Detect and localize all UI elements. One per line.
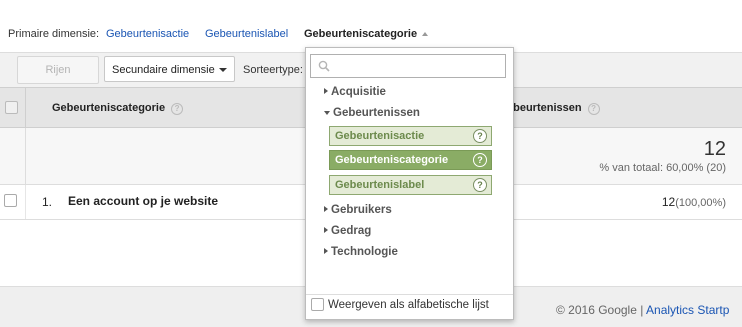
divider	[306, 294, 513, 295]
primary-link-gebeurtenislabel[interactable]: Gebeurtenislabel	[205, 28, 288, 40]
row-value: 12(100,00%)	[662, 195, 726, 209]
primary-active-label: Gebeurteniscategorie	[304, 28, 418, 40]
search-icon	[318, 60, 330, 72]
column-header-category-label: Gebeurteniscategorie	[52, 102, 166, 114]
group-acquisitie[interactable]: Acquisitie	[324, 86, 386, 98]
group-label: Gedrag	[331, 225, 372, 237]
group-gebruikers[interactable]: Gebruikers	[324, 204, 392, 216]
row-category-name[interactable]: Een account op je website	[68, 194, 218, 208]
group-label: Gebruikers	[331, 204, 392, 216]
sort-type-label: Sorteertype:	[243, 64, 303, 76]
primary-link-gebeurtenisactie[interactable]: Gebeurtenisactie	[106, 28, 189, 40]
column-header-events-label: ebeurtenissen	[507, 102, 582, 114]
group-label: Technologie	[331, 246, 398, 258]
group-gedrag[interactable]: Gedrag	[324, 225, 371, 237]
select-all-checkbox[interactable]	[5, 101, 18, 114]
copyright: © 2016 Google | Analytics Startp	[556, 303, 729, 317]
option-gebeurteniscategorie[interactable]: Gebeurteniscategorie?	[329, 150, 492, 170]
caret-right-icon	[324, 227, 328, 233]
group-label: Gebeurtenissen	[333, 107, 420, 119]
group-technologie[interactable]: Technologie	[324, 246, 398, 258]
row-value-number: 12	[661, 195, 676, 209]
primary-active-dimension[interactable]: Gebeurteniscategorie	[304, 28, 429, 40]
caret-right-icon	[324, 248, 328, 254]
caret-right-icon	[324, 88, 328, 94]
option-label: Gebeurteniscategorie	[335, 154, 449, 166]
help-icon[interactable]: ?	[473, 129, 487, 143]
help-icon[interactable]: ?	[171, 103, 184, 115]
alphabetical-list-checkbox[interactable]	[311, 298, 324, 311]
group-label: Acquisitie	[331, 86, 386, 98]
option-label: Gebeurtenisactie	[335, 130, 425, 142]
column-divider	[25, 88, 26, 127]
column-divider	[25, 128, 26, 184]
row-value-percent: (100,00%)	[675, 197, 726, 209]
column-divider	[25, 185, 26, 219]
row-checkbox[interactable]	[4, 194, 17, 207]
help-icon[interactable]: ?	[473, 153, 487, 167]
column-header-category[interactable]: Gebeurteniscategorie?	[52, 102, 184, 115]
option-gebeurtenislabel[interactable]: Gebeurtenislabel?	[329, 175, 492, 195]
show-rows-button[interactable]: Rijen weergeven	[17, 56, 99, 102]
column-header-events[interactable]: ebeurtenissen?	[507, 102, 600, 115]
group-gebeurtenissen[interactable]: Gebeurtenissen	[324, 107, 420, 119]
row-index: 1.	[42, 195, 53, 209]
caret-down-icon	[324, 111, 330, 115]
help-icon[interactable]: ?	[473, 178, 487, 192]
alphabetical-list-label[interactable]: Weergeven als alfabetische lijst	[328, 299, 489, 311]
help-icon[interactable]: ?	[587, 103, 600, 115]
caret-up-icon	[422, 32, 429, 36]
caret-right-icon	[324, 206, 328, 212]
total-percentage: % van totaal: 60,00% (20)	[599, 162, 726, 174]
total-value: 12	[703, 138, 726, 160]
secondary-dimension-select[interactable]: Secundaire dimensie	[104, 56, 235, 82]
dimension-picker-dropdown: Acquisitie Gebeurtenissen Gebeurtenisact…	[305, 47, 514, 320]
analytics-startpage-link[interactable]: Analytics Startp	[646, 303, 729, 317]
option-gebeurtenisactie[interactable]: Gebeurtenisactie?	[329, 126, 492, 146]
dimension-search-input[interactable]	[310, 54, 506, 78]
primary-dimension-label: Primaire dimensie:	[8, 28, 100, 40]
secondary-dimension-label: Secundaire dimensie	[112, 64, 215, 76]
chevron-down-icon	[219, 68, 227, 72]
copyright-text: © 2016 Google |	[556, 303, 644, 317]
option-label: Gebeurtenislabel	[335, 179, 425, 191]
